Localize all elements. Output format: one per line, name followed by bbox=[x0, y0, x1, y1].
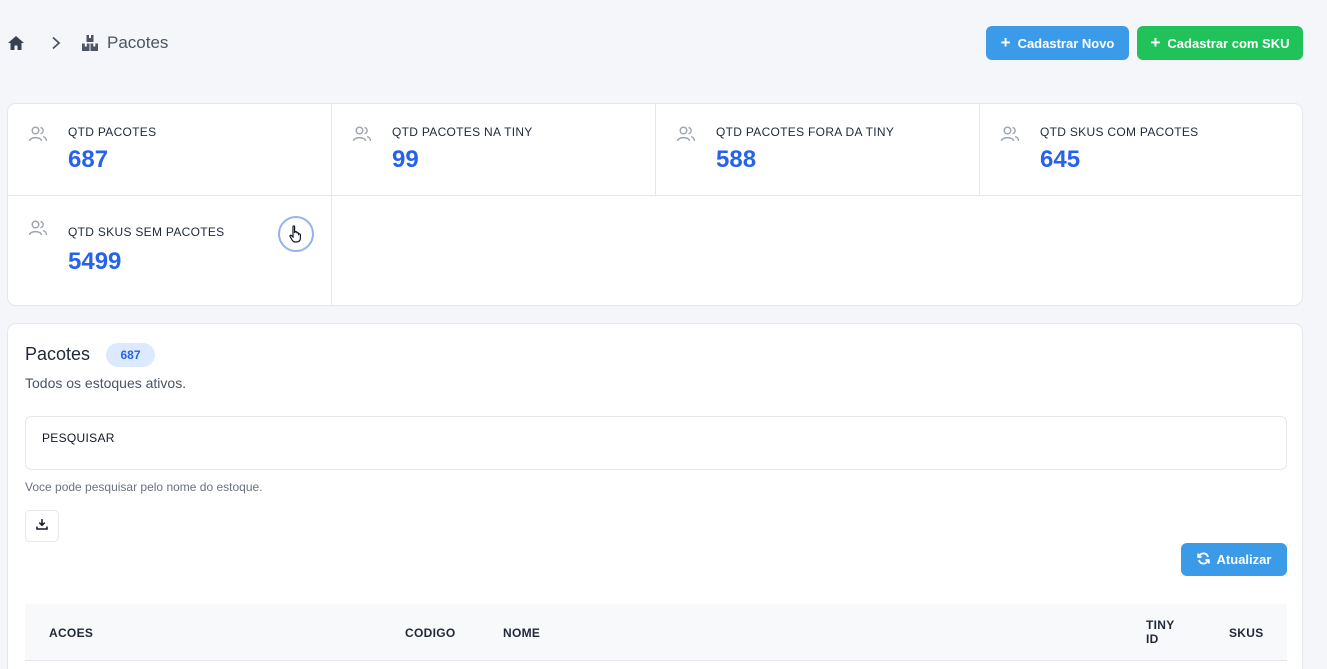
stat-label: QTD SKUS SEM PACOTES bbox=[68, 225, 225, 239]
atualizar-label: Atualizar bbox=[1216, 552, 1272, 567]
stat-value: 588 bbox=[716, 146, 757, 173]
stat-value: 687 bbox=[68, 146, 109, 173]
search-field[interactable] bbox=[25, 416, 1287, 470]
column-header-tiny-id[interactable]: TINY ID bbox=[1146, 618, 1186, 646]
stat-value: 645 bbox=[1040, 146, 1081, 173]
users-icon bbox=[352, 124, 372, 144]
search-input[interactable] bbox=[26, 417, 1286, 469]
atualizar-button[interactable]: Atualizar bbox=[1181, 543, 1287, 576]
cadastrar-com-sku-label: Cadastrar com SKU bbox=[1167, 35, 1290, 51]
users-icon bbox=[28, 218, 48, 238]
column-header-skus[interactable]: SKUS bbox=[1229, 626, 1264, 640]
column-header-codigo[interactable]: CODIGO bbox=[405, 626, 455, 640]
refresh-icon bbox=[1196, 552, 1210, 568]
stat-label: QTD PACOTES NA TINY bbox=[392, 125, 533, 139]
cadastrar-novo-label: Cadastrar Novo bbox=[1017, 35, 1115, 51]
stat-qtd-pacotes-fora-da-tiny: QTD PACOTES FORA DA TINY 588 bbox=[656, 104, 980, 196]
column-header-nome[interactable]: NOME bbox=[503, 626, 540, 640]
stat-label: QTD PACOTES FORA DA TINY bbox=[716, 125, 895, 139]
stat-label: QTD PACOTES bbox=[68, 125, 157, 139]
count-badge: 687 bbox=[106, 343, 155, 367]
pacotes-card: Pacotes 687 Todos os estoques ativos. Vo… bbox=[7, 323, 1303, 669]
search-hint: Voce pode pesquisar pelo nome do estoque… bbox=[25, 480, 263, 494]
stat-qtd-skus-com-pacotes: QTD SKUS COM PACOTES 645 bbox=[980, 104, 1302, 196]
chevron-right-icon bbox=[51, 36, 61, 50]
users-icon bbox=[28, 124, 48, 144]
cadastrar-novo-button[interactable]: + Cadastrar Novo bbox=[986, 26, 1129, 60]
card-subtitle: Todos os estoques ativos. bbox=[25, 375, 187, 391]
top-bar: Pacotes + Cadastrar Novo + Cadastrar com… bbox=[0, 26, 1327, 60]
stat-label: QTD SKUS COM PACOTES bbox=[1040, 125, 1199, 139]
breadcrumb-current: Pacotes bbox=[107, 33, 169, 52]
breadcrumb: Pacotes bbox=[7, 26, 168, 60]
download-icon bbox=[36, 517, 48, 535]
card-title: Pacotes bbox=[25, 344, 91, 364]
stat-qtd-skus-sem-pacotes: QTD SKUS SEM PACOTES 5499 bbox=[8, 196, 332, 305]
pointer-cursor-icon bbox=[278, 216, 314, 252]
boxes-icon bbox=[81, 34, 99, 52]
column-header-acoes[interactable]: ACOES bbox=[49, 626, 93, 640]
home-icon[interactable] bbox=[7, 34, 25, 52]
cadastrar-com-sku-button[interactable]: + Cadastrar com SKU bbox=[1137, 26, 1303, 60]
users-icon bbox=[1000, 124, 1020, 144]
stat-qtd-pacotes-na-tiny: QTD PACOTES NA TINY 99 bbox=[332, 104, 656, 196]
users-icon bbox=[676, 124, 696, 144]
stat-qtd-pacotes: QTD PACOTES 687 bbox=[8, 104, 332, 196]
stats-panel: QTD PACOTES 687 QTD PACOTES NA TINY 99 Q… bbox=[7, 103, 1303, 306]
plus-icon: + bbox=[1000, 32, 1011, 52]
download-button[interactable] bbox=[25, 510, 59, 542]
table-header: ACOES CODIGO NOME TINY ID SKUS bbox=[25, 604, 1287, 661]
stat-value: 99 bbox=[392, 146, 419, 173]
plus-icon: + bbox=[1150, 32, 1161, 52]
stat-value: 5499 bbox=[68, 248, 122, 275]
